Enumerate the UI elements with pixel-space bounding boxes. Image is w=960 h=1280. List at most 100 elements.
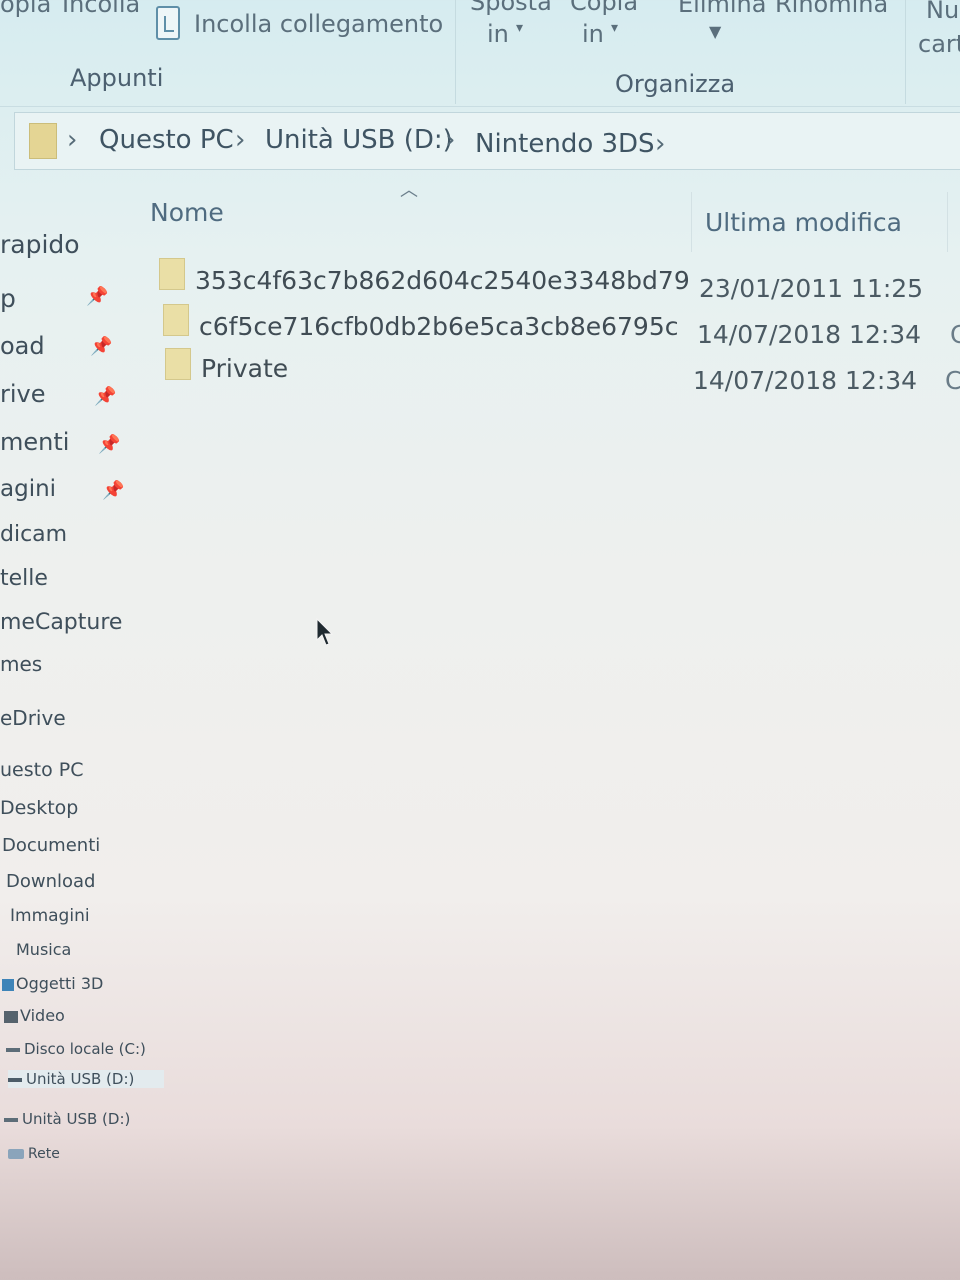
folder-icon	[163, 304, 189, 336]
breadcrumb-usb-drive[interactable]: Unità USB (D:)	[265, 125, 453, 155]
folder-icon	[165, 348, 191, 380]
column-header-modified[interactable]: Ultima modifica	[705, 208, 902, 237]
column-header-name[interactable]: Nome	[150, 198, 224, 227]
ribbon-divider	[455, 0, 456, 104]
nav-item-network[interactable]: Rete	[8, 1146, 60, 1162]
nav-item-onedrive[interactable]: eDrive	[0, 706, 66, 730]
pin-icon: 📌	[86, 286, 109, 307]
delete-label: Elimina	[678, 0, 767, 18]
nav-item-images-pinned[interactable]: agini	[0, 476, 56, 502]
nav-item-label: agini	[0, 476, 57, 502]
nav-item-download[interactable]: Download	[6, 871, 95, 892]
nav-item-label: rapido	[0, 230, 80, 259]
file-name: 353c4f63c7b862d604c2540e3348bd79	[195, 266, 690, 295]
nav-item-label: dicam	[0, 522, 68, 547]
file-row[interactable]: 353c4f63c7b862d604c2540e3348bd79 23/01/2…	[135, 254, 955, 303]
nav-item-games[interactable]: mes	[0, 652, 42, 676]
navigation-pane: rapido p 📌 oad 📌 rive 📌 menti 📌 agini 📌 …	[0, 172, 165, 1280]
nav-item-label: meCapture	[0, 610, 123, 635]
chevron-right-icon: ›	[67, 125, 78, 155]
nav-item-label: Desktop	[0, 797, 79, 819]
move-to-label-2: in	[487, 20, 509, 48]
file-modified: 14/07/2018 12:34	[693, 366, 918, 395]
chevron-down-icon: ▾	[611, 20, 619, 36]
nav-item-3d-objects[interactable]: Oggetti 3D	[2, 974, 103, 993]
nav-item-label: Musica	[16, 940, 72, 959]
nav-item-label: Rete	[28, 1146, 60, 1162]
nav-item-quick-access[interactable]: rapido	[0, 230, 80, 259]
nav-item-label: Unità USB (D:)	[22, 1110, 131, 1128]
nav-item-images[interactable]: Immagini	[10, 906, 90, 926]
nav-item-label: p	[0, 284, 16, 313]
address-bar[interactable]: › Questo PC › Unità USB (D:) › Nintendo …	[14, 112, 960, 170]
file-type-truncated: C	[945, 366, 960, 395]
nav-item-usb-d[interactable]: Unità USB (D:)	[4, 1110, 130, 1128]
folder-icon	[29, 123, 57, 159]
nav-item-download-pinned[interactable]: oad	[0, 332, 45, 360]
breadcrumb-questo-pc[interactable]: Questo PC	[99, 125, 234, 155]
nav-item-label: Immagini	[10, 906, 90, 926]
chevron-down-icon: ▾	[516, 20, 524, 36]
nav-item-bandicam[interactable]: dicam	[0, 522, 67, 547]
nav-item-gamecapture[interactable]: meCapture	[0, 610, 122, 635]
paste-link-button[interactable]: Incolla collegamento	[194, 10, 443, 38]
ribbon: opia Incolla Incolla collegamento Appunt…	[0, 0, 960, 108]
rename-button[interactable]: Rinomina	[775, 0, 888, 18]
nav-item-label: uesto PC	[0, 759, 84, 781]
pin-icon: 📌	[94, 386, 117, 407]
nav-item-label: rive	[0, 380, 46, 408]
nav-item-this-pc[interactable]: uesto PC	[0, 759, 83, 781]
nav-item-label: telle	[0, 566, 48, 591]
nav-item-documents[interactable]: Documenti	[2, 835, 100, 856]
file-name: Private	[201, 354, 289, 383]
nav-item-video[interactable]: Video	[4, 1006, 65, 1025]
paste-button[interactable]: Incolla	[62, 0, 140, 18]
nav-item-label: Disco locale (C:)	[24, 1040, 146, 1058]
nav-item-music[interactable]: Musica	[16, 940, 71, 959]
cube-icon	[2, 978, 14, 991]
file-name: c6f5ce716cfb0db2b6e5ca3cb8e6795c	[199, 312, 679, 341]
breadcrumb-nintendo-3ds[interactable]: Nintendo 3DS	[475, 129, 655, 159]
copy-to-label-1: Copia	[570, 0, 639, 16]
film-icon	[4, 1010, 18, 1023]
column-divider[interactable]	[947, 192, 948, 252]
copy-to-label-2: in	[582, 20, 604, 48]
drive-icon	[4, 1117, 18, 1122]
nav-item-drive-pinned[interactable]: rive	[0, 380, 46, 408]
file-row[interactable]: c6f5ce716cfb0db2b6e5ca3cb8e6795c 14/07/2…	[135, 300, 960, 349]
drive-icon	[8, 1077, 22, 1082]
chevron-right-icon[interactable]: ›	[235, 125, 245, 155]
chevron-right-icon[interactable]: ›	[445, 125, 455, 155]
network-icon	[8, 1149, 24, 1159]
nav-item-documents-pinned[interactable]: menti	[0, 428, 69, 456]
nav-item-label: mes	[0, 652, 43, 676]
pin-icon: 📌	[102, 480, 125, 501]
new-folder-label-2: cart	[918, 30, 960, 58]
nav-item-label: Video	[20, 1006, 65, 1025]
chevron-right-icon[interactable]: ›	[655, 129, 665, 159]
file-list: ︿ Nome Ultima modifica 353c4f63c7b862d60…	[135, 172, 960, 1280]
chevron-down-icon: ▼	[709, 22, 722, 41]
nav-item-desktop-pinned[interactable]: p	[0, 284, 16, 313]
pin-icon: 📌	[90, 336, 113, 357]
nav-item-stelle[interactable]: telle	[0, 566, 48, 591]
file-modified: 23/01/2011 11:25	[699, 274, 924, 303]
column-divider[interactable]	[691, 192, 692, 252]
sort-ascending-icon: ︿	[400, 180, 418, 201]
drive-icon	[6, 1047, 20, 1052]
nav-item-label: eDrive	[0, 706, 66, 730]
paste-shortcut-icon	[156, 6, 180, 40]
nav-item-local-disk-c[interactable]: Disco locale (C:)	[6, 1040, 146, 1058]
clipboard-group-label: Appunti	[70, 64, 164, 92]
file-row[interactable]: Private 14/07/2018 12:34 C	[135, 344, 960, 395]
pin-icon: 📌	[98, 434, 121, 455]
nav-item-label: Oggetti 3D	[16, 974, 104, 993]
nav-item-label: Unità USB (D:)	[26, 1070, 135, 1088]
organize-group-label: Organizza	[615, 70, 736, 98]
move-to-label-1: Sposta	[470, 0, 552, 16]
nav-item-desktop[interactable]: Desktop	[0, 797, 78, 819]
nav-item-label: Download	[6, 871, 96, 892]
copy-button[interactable]: opia	[0, 0, 51, 18]
folder-icon	[159, 258, 185, 290]
nav-item-label: oad	[0, 332, 45, 360]
